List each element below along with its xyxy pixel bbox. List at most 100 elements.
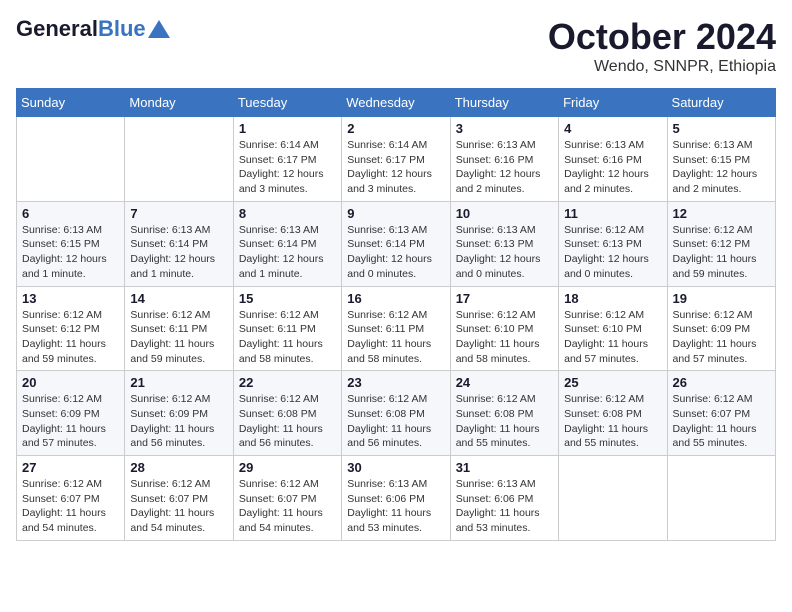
day-info: Sunrise: 6:14 AM Sunset: 6:17 PM Dayligh… bbox=[239, 138, 336, 197]
logo-blue-text: Blue bbox=[98, 16, 146, 42]
calendar-header-friday: Friday bbox=[559, 89, 667, 117]
day-info: Sunrise: 6:12 AM Sunset: 6:08 PM Dayligh… bbox=[239, 392, 336, 451]
day-number: 12 bbox=[673, 206, 770, 221]
day-number: 27 bbox=[22, 460, 119, 475]
calendar-cell: 3 Sunrise: 6:13 AM Sunset: 6:16 PM Daylig… bbox=[450, 117, 558, 202]
day-info: Sunrise: 6:12 AM Sunset: 6:12 PM Dayligh… bbox=[673, 223, 770, 282]
day-number: 6 bbox=[22, 206, 119, 221]
calendar-cell: 8Sunrise: 6:13 AM Sunset: 6:14 PM Daylig… bbox=[233, 201, 341, 286]
day-info: Sunrise: 6:12 AM Sunset: 6:07 PM Dayligh… bbox=[22, 477, 119, 536]
day-number: 3 bbox=[456, 121, 553, 136]
day-number: 18 bbox=[564, 291, 661, 306]
day-number: 31 bbox=[456, 460, 553, 475]
day-number: 24 bbox=[456, 375, 553, 390]
day-number: 22 bbox=[239, 375, 336, 390]
day-number: 4 bbox=[564, 121, 661, 136]
day-number: 25 bbox=[564, 375, 661, 390]
calendar-cell: 24 Sunrise: 6:12 AM Sunset: 6:08 PM Dayli… bbox=[450, 371, 558, 456]
calendar-week-row: 27 Sunrise: 6:12 AM Sunset: 6:07 PM Dayli… bbox=[17, 456, 776, 541]
calendar-header-row: SundayMondayTuesdayWednesdayThursdayFrid… bbox=[17, 89, 776, 117]
day-info: Sunrise: 6:14 AM Sunset: 6:17 PM Dayligh… bbox=[347, 138, 444, 197]
day-number: 21 bbox=[130, 375, 227, 390]
page-header: General Blue October 2024 Wendo, SNNPR, … bbox=[16, 16, 776, 76]
calendar-cell: 4 Sunrise: 6:13 AM Sunset: 6:16 PM Daylig… bbox=[559, 117, 667, 202]
day-info: Sunrise: 6:12 AM Sunset: 6:13 PM Dayligh… bbox=[564, 223, 661, 282]
day-number: 11 bbox=[564, 206, 661, 221]
calendar-cell: 23 Sunrise: 6:12 AM Sunset: 6:08 PM Dayli… bbox=[342, 371, 450, 456]
day-number: 30 bbox=[347, 460, 444, 475]
day-info: Sunrise: 6:12 AM Sunset: 6:07 PM Dayligh… bbox=[673, 392, 770, 451]
day-info: Sunrise: 6:12 AM Sunset: 6:09 PM Dayligh… bbox=[673, 308, 770, 367]
day-number: 5 bbox=[673, 121, 770, 136]
calendar-cell: 22 Sunrise: 6:12 AM Sunset: 6:08 PM Dayli… bbox=[233, 371, 341, 456]
calendar-cell: 16 Sunrise: 6:12 AM Sunset: 6:11 PM Dayli… bbox=[342, 286, 450, 371]
day-info: Sunrise: 6:13 AM Sunset: 6:15 PM Dayligh… bbox=[673, 138, 770, 197]
day-info: Sunrise: 6:13 AM Sunset: 6:14 PM Dayligh… bbox=[347, 223, 444, 282]
calendar-cell: 2 Sunrise: 6:14 AM Sunset: 6:17 PM Daylig… bbox=[342, 117, 450, 202]
day-info: Sunrise: 6:12 AM Sunset: 6:09 PM Dayligh… bbox=[22, 392, 119, 451]
calendar-cell: 25 Sunrise: 6:12 AM Sunset: 6:08 PM Dayli… bbox=[559, 371, 667, 456]
day-number: 23 bbox=[347, 375, 444, 390]
day-number: 7 bbox=[130, 206, 227, 221]
month-title: October 2024 bbox=[548, 16, 776, 58]
calendar-cell: 9 Sunrise: 6:13 AM Sunset: 6:14 PM Daylig… bbox=[342, 201, 450, 286]
day-info: Sunrise: 6:12 AM Sunset: 6:11 PM Dayligh… bbox=[239, 308, 336, 367]
day-info: Sunrise: 6:12 AM Sunset: 6:11 PM Dayligh… bbox=[130, 308, 227, 367]
calendar-header-thursday: Thursday bbox=[450, 89, 558, 117]
day-number: 19 bbox=[673, 291, 770, 306]
day-number: 14 bbox=[130, 291, 227, 306]
calendar-header-monday: Monday bbox=[125, 89, 233, 117]
calendar-cell: 26Sunrise: 6:12 AM Sunset: 6:07 PM Dayli… bbox=[667, 371, 775, 456]
calendar-cell: 5 Sunrise: 6:13 AM Sunset: 6:15 PM Daylig… bbox=[667, 117, 775, 202]
logo-icon bbox=[148, 20, 170, 38]
calendar-cell: 28Sunrise: 6:12 AM Sunset: 6:07 PM Dayli… bbox=[125, 456, 233, 541]
day-info: Sunrise: 6:12 AM Sunset: 6:10 PM Dayligh… bbox=[564, 308, 661, 367]
day-info: Sunrise: 6:12 AM Sunset: 6:09 PM Dayligh… bbox=[130, 392, 227, 451]
calendar-cell bbox=[17, 117, 125, 202]
calendar-cell bbox=[559, 456, 667, 541]
calendar-cell: 15 Sunrise: 6:12 AM Sunset: 6:11 PM Dayli… bbox=[233, 286, 341, 371]
location-subtitle: Wendo, SNNPR, Ethiopia bbox=[548, 58, 776, 76]
calendar-week-row: 1 Sunrise: 6:14 AM Sunset: 6:17 PM Daylig… bbox=[17, 117, 776, 202]
calendar-header-wednesday: Wednesday bbox=[342, 89, 450, 117]
day-info: Sunrise: 6:12 AM Sunset: 6:11 PM Dayligh… bbox=[347, 308, 444, 367]
logo-general-text: General bbox=[16, 16, 98, 42]
day-info: Sunrise: 6:12 AM Sunset: 6:12 PM Dayligh… bbox=[22, 308, 119, 367]
calendar-cell: 20Sunrise: 6:12 AM Sunset: 6:09 PM Dayli… bbox=[17, 371, 125, 456]
calendar-cell: 21 Sunrise: 6:12 AM Sunset: 6:09 PM Dayli… bbox=[125, 371, 233, 456]
calendar-header-saturday: Saturday bbox=[667, 89, 775, 117]
day-number: 17 bbox=[456, 291, 553, 306]
calendar-cell: 6 Sunrise: 6:13 AM Sunset: 6:15 PM Daylig… bbox=[17, 201, 125, 286]
day-number: 15 bbox=[239, 291, 336, 306]
calendar-header-tuesday: Tuesday bbox=[233, 89, 341, 117]
calendar-week-row: 6 Sunrise: 6:13 AM Sunset: 6:15 PM Daylig… bbox=[17, 201, 776, 286]
calendar-cell: 19 Sunrise: 6:12 AM Sunset: 6:09 PM Dayli… bbox=[667, 286, 775, 371]
calendar-cell: 29Sunrise: 6:12 AM Sunset: 6:07 PM Dayli… bbox=[233, 456, 341, 541]
day-number: 2 bbox=[347, 121, 444, 136]
day-info: Sunrise: 6:12 AM Sunset: 6:08 PM Dayligh… bbox=[347, 392, 444, 451]
day-info: Sunrise: 6:12 AM Sunset: 6:08 PM Dayligh… bbox=[564, 392, 661, 451]
day-number: 9 bbox=[347, 206, 444, 221]
calendar-header-sunday: Sunday bbox=[17, 89, 125, 117]
day-info: Sunrise: 6:13 AM Sunset: 6:16 PM Dayligh… bbox=[564, 138, 661, 197]
day-info: Sunrise: 6:12 AM Sunset: 6:07 PM Dayligh… bbox=[239, 477, 336, 536]
calendar-cell: 30 Sunrise: 6:13 AM Sunset: 6:06 PM Dayli… bbox=[342, 456, 450, 541]
calendar-cell: 13 Sunrise: 6:12 AM Sunset: 6:12 PM Dayli… bbox=[17, 286, 125, 371]
day-number: 16 bbox=[347, 291, 444, 306]
day-info: Sunrise: 6:13 AM Sunset: 6:14 PM Dayligh… bbox=[130, 223, 227, 282]
day-info: Sunrise: 6:12 AM Sunset: 6:08 PM Dayligh… bbox=[456, 392, 553, 451]
day-number: 1 bbox=[239, 121, 336, 136]
day-info: Sunrise: 6:13 AM Sunset: 6:15 PM Dayligh… bbox=[22, 223, 119, 282]
calendar-cell: 18 Sunrise: 6:12 AM Sunset: 6:10 PM Dayli… bbox=[559, 286, 667, 371]
calendar-cell: 17Sunrise: 6:12 AM Sunset: 6:10 PM Dayli… bbox=[450, 286, 558, 371]
day-info: Sunrise: 6:13 AM Sunset: 6:14 PM Dayligh… bbox=[239, 223, 336, 282]
calendar-cell: 14 Sunrise: 6:12 AM Sunset: 6:11 PM Dayli… bbox=[125, 286, 233, 371]
day-info: Sunrise: 6:13 AM Sunset: 6:16 PM Dayligh… bbox=[456, 138, 553, 197]
calendar-cell: 11 Sunrise: 6:12 AM Sunset: 6:13 PM Dayli… bbox=[559, 201, 667, 286]
calendar-cell: 27 Sunrise: 6:12 AM Sunset: 6:07 PM Dayli… bbox=[17, 456, 125, 541]
day-info: Sunrise: 6:13 AM Sunset: 6:06 PM Dayligh… bbox=[347, 477, 444, 536]
day-info: Sunrise: 6:13 AM Sunset: 6:13 PM Dayligh… bbox=[456, 223, 553, 282]
calendar-week-row: 13 Sunrise: 6:12 AM Sunset: 6:12 PM Dayli… bbox=[17, 286, 776, 371]
day-number: 13 bbox=[22, 291, 119, 306]
day-info: Sunrise: 6:13 AM Sunset: 6:06 PM Dayligh… bbox=[456, 477, 553, 536]
